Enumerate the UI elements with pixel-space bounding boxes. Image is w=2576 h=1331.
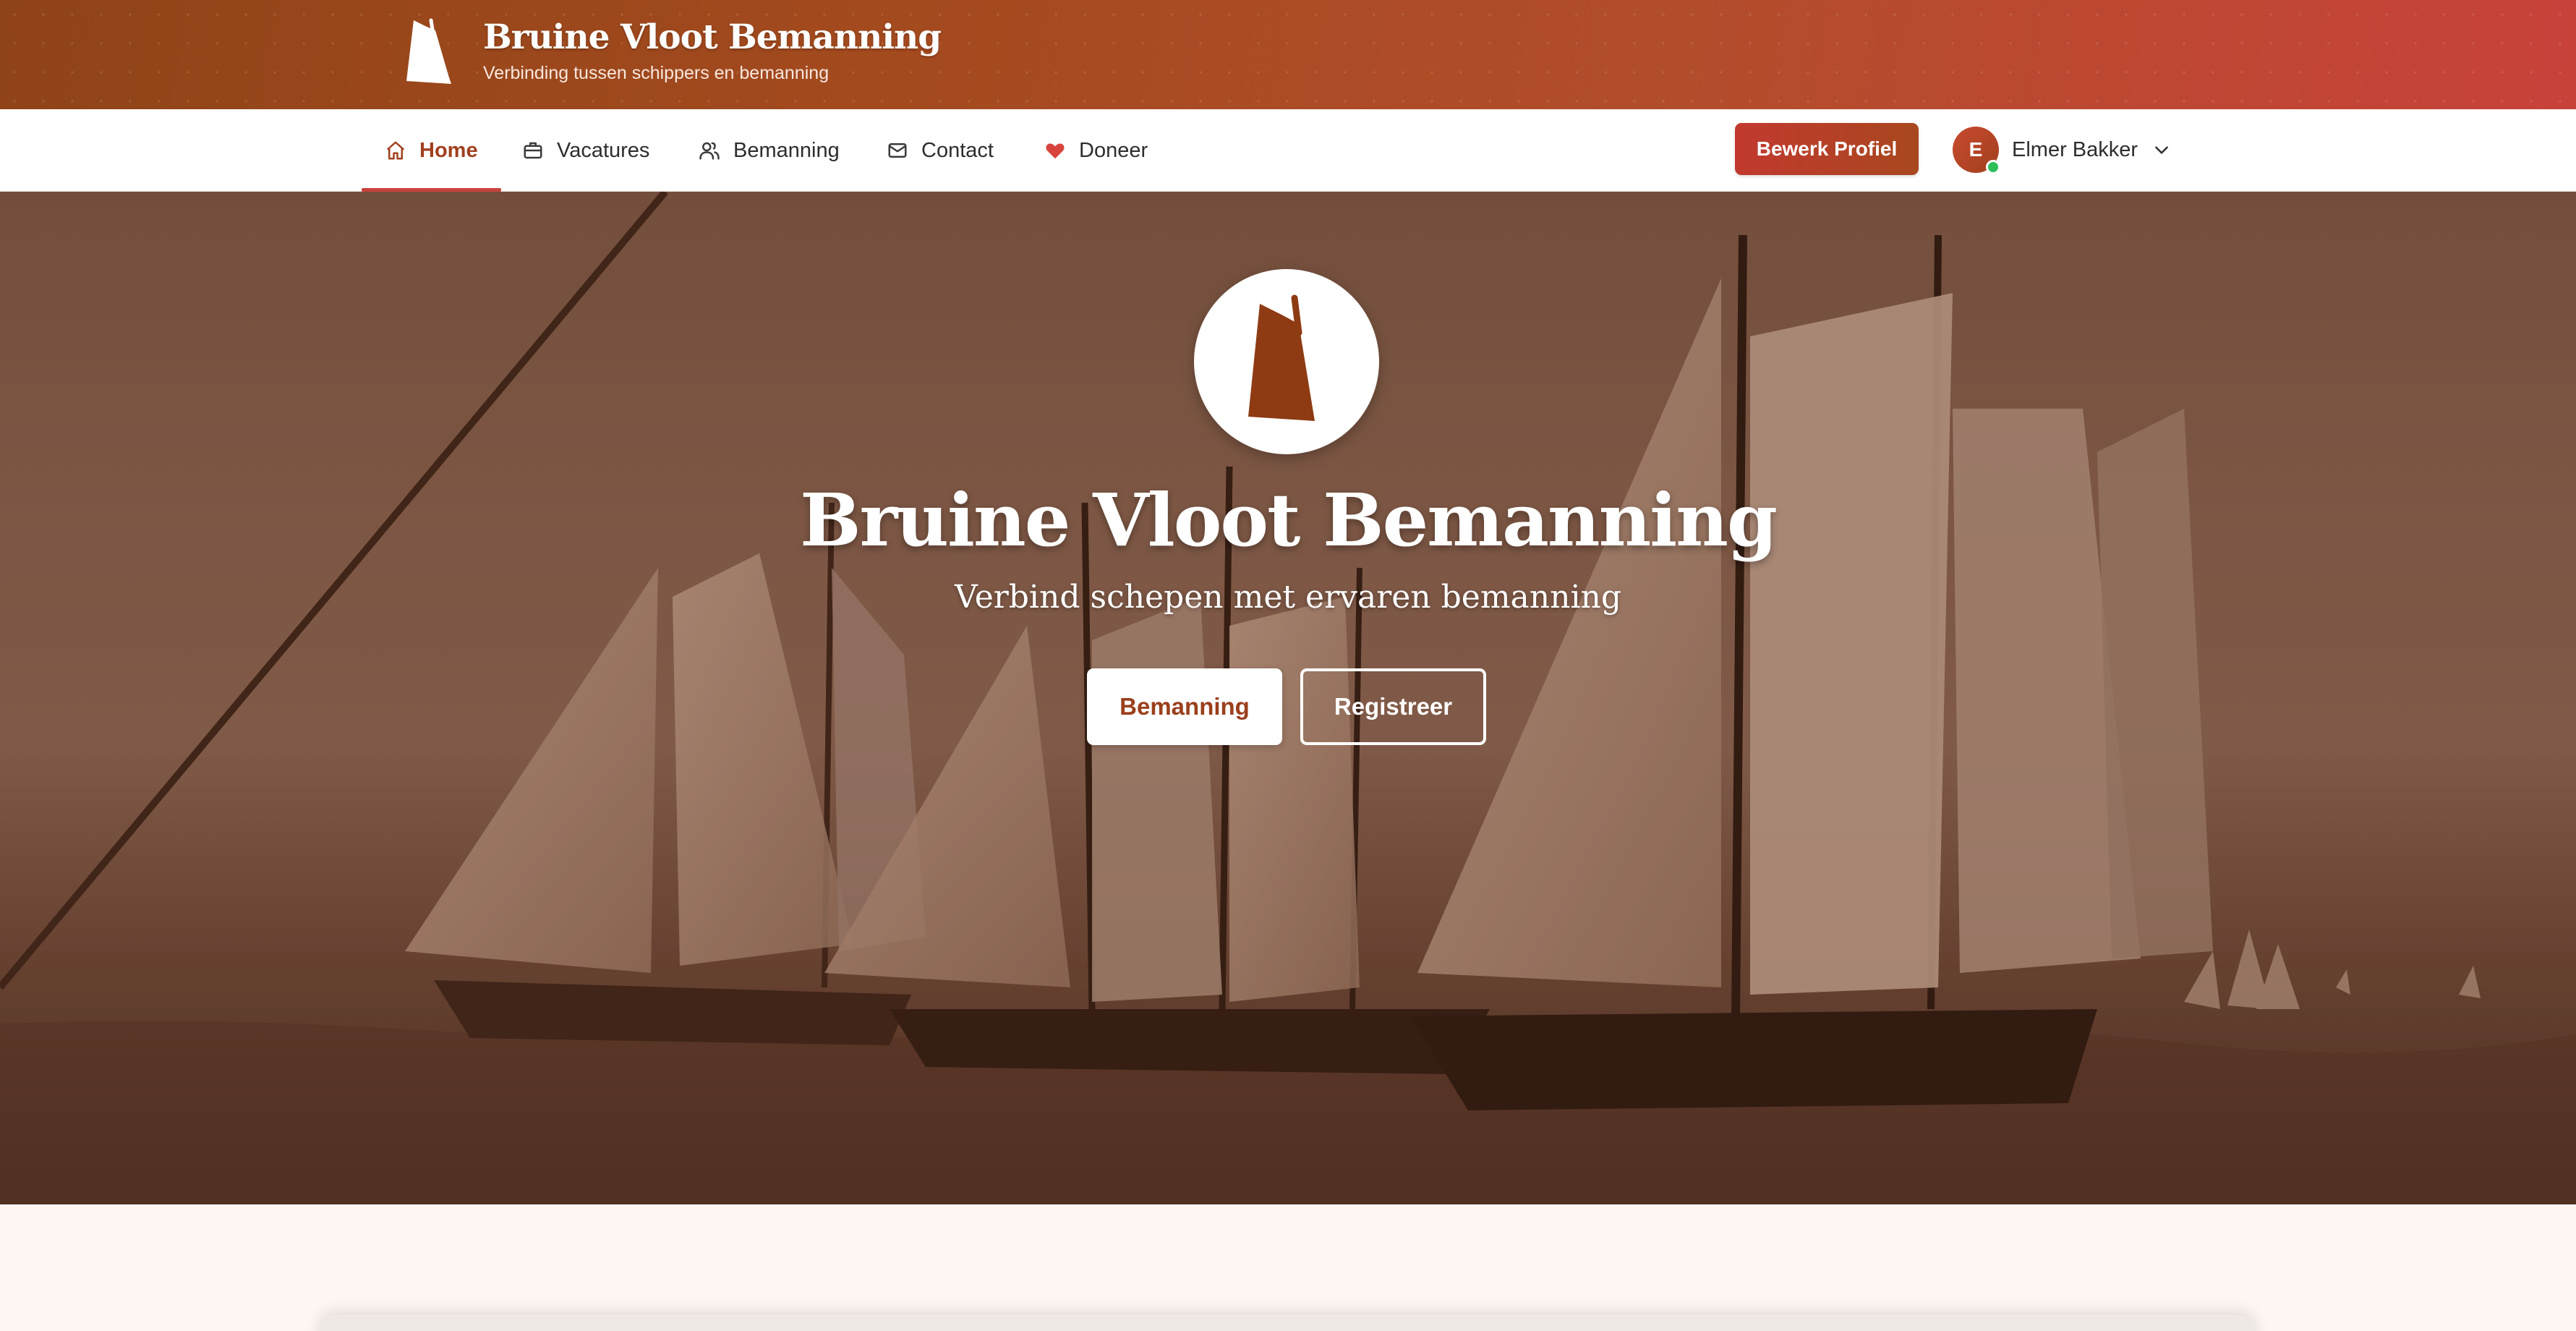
brand-header: Bruine Vloot Bemanning Verbinding tussen… — [0, 0, 2576, 109]
user-menu[interactable]: E Elmer Bakker — [1953, 126, 2171, 174]
home-icon — [386, 141, 405, 160]
nav-item-bemanning[interactable]: Bemanning — [699, 109, 840, 192]
avatar-initial: E — [1969, 138, 1983, 161]
sail-icon — [1248, 294, 1315, 421]
hero-logo — [1194, 269, 1379, 454]
brand-subtitle: Verbinding tussen schippers en bemanning — [483, 63, 829, 83]
nav-label-vacatures: Vacatures — [557, 138, 650, 162]
avatar: E — [1953, 127, 2000, 174]
nav-label-contact: Contact — [921, 138, 994, 162]
nav-item-doneer[interactable]: Doneer — [1044, 109, 1148, 192]
content-section — [0, 1204, 2576, 1331]
nav-item-home[interactable]: Home — [362, 109, 501, 192]
nav-label-home: Home — [419, 138, 478, 162]
hero-bemanning-button[interactable]: Bemanning — [1087, 668, 1282, 745]
edit-profile-button[interactable]: Bewerk Profiel — [1735, 123, 1919, 175]
briefcase-icon — [524, 142, 542, 159]
users-icon — [699, 142, 720, 160]
nav-label-doneer: Doneer — [1079, 138, 1148, 162]
main-nav: Home Vacatures Bemanning Contact Doneer — [0, 109, 2576, 192]
nav-item-vacatures[interactable]: Vacatures — [522, 109, 649, 192]
brand-title: Bruine Vloot Bemanning — [483, 17, 942, 57]
brand-link[interactable]: Bruine Vloot Bemanning Verbinding tussen… — [404, 17, 942, 87]
hero-subtitle: Verbind schepen met ervaren bemanning — [954, 579, 1622, 616]
user-name: Elmer Bakker — [2012, 137, 2138, 161]
envelope-icon — [888, 143, 907, 158]
nav-item-contact[interactable]: Contact — [887, 109, 994, 192]
hero-registreer-button[interactable]: Registreer — [1300, 668, 1486, 745]
sail-icon — [406, 18, 451, 84]
nav-label-bemanning: Bemanning — [733, 138, 840, 162]
content-card-top — [318, 1315, 2256, 1331]
chevron-down-icon — [2155, 146, 2168, 154]
online-status-dot — [1986, 160, 2000, 174]
hero-title: Bruine Vloot Bemanning — [800, 477, 1778, 563]
heart-icon — [1046, 143, 1065, 159]
